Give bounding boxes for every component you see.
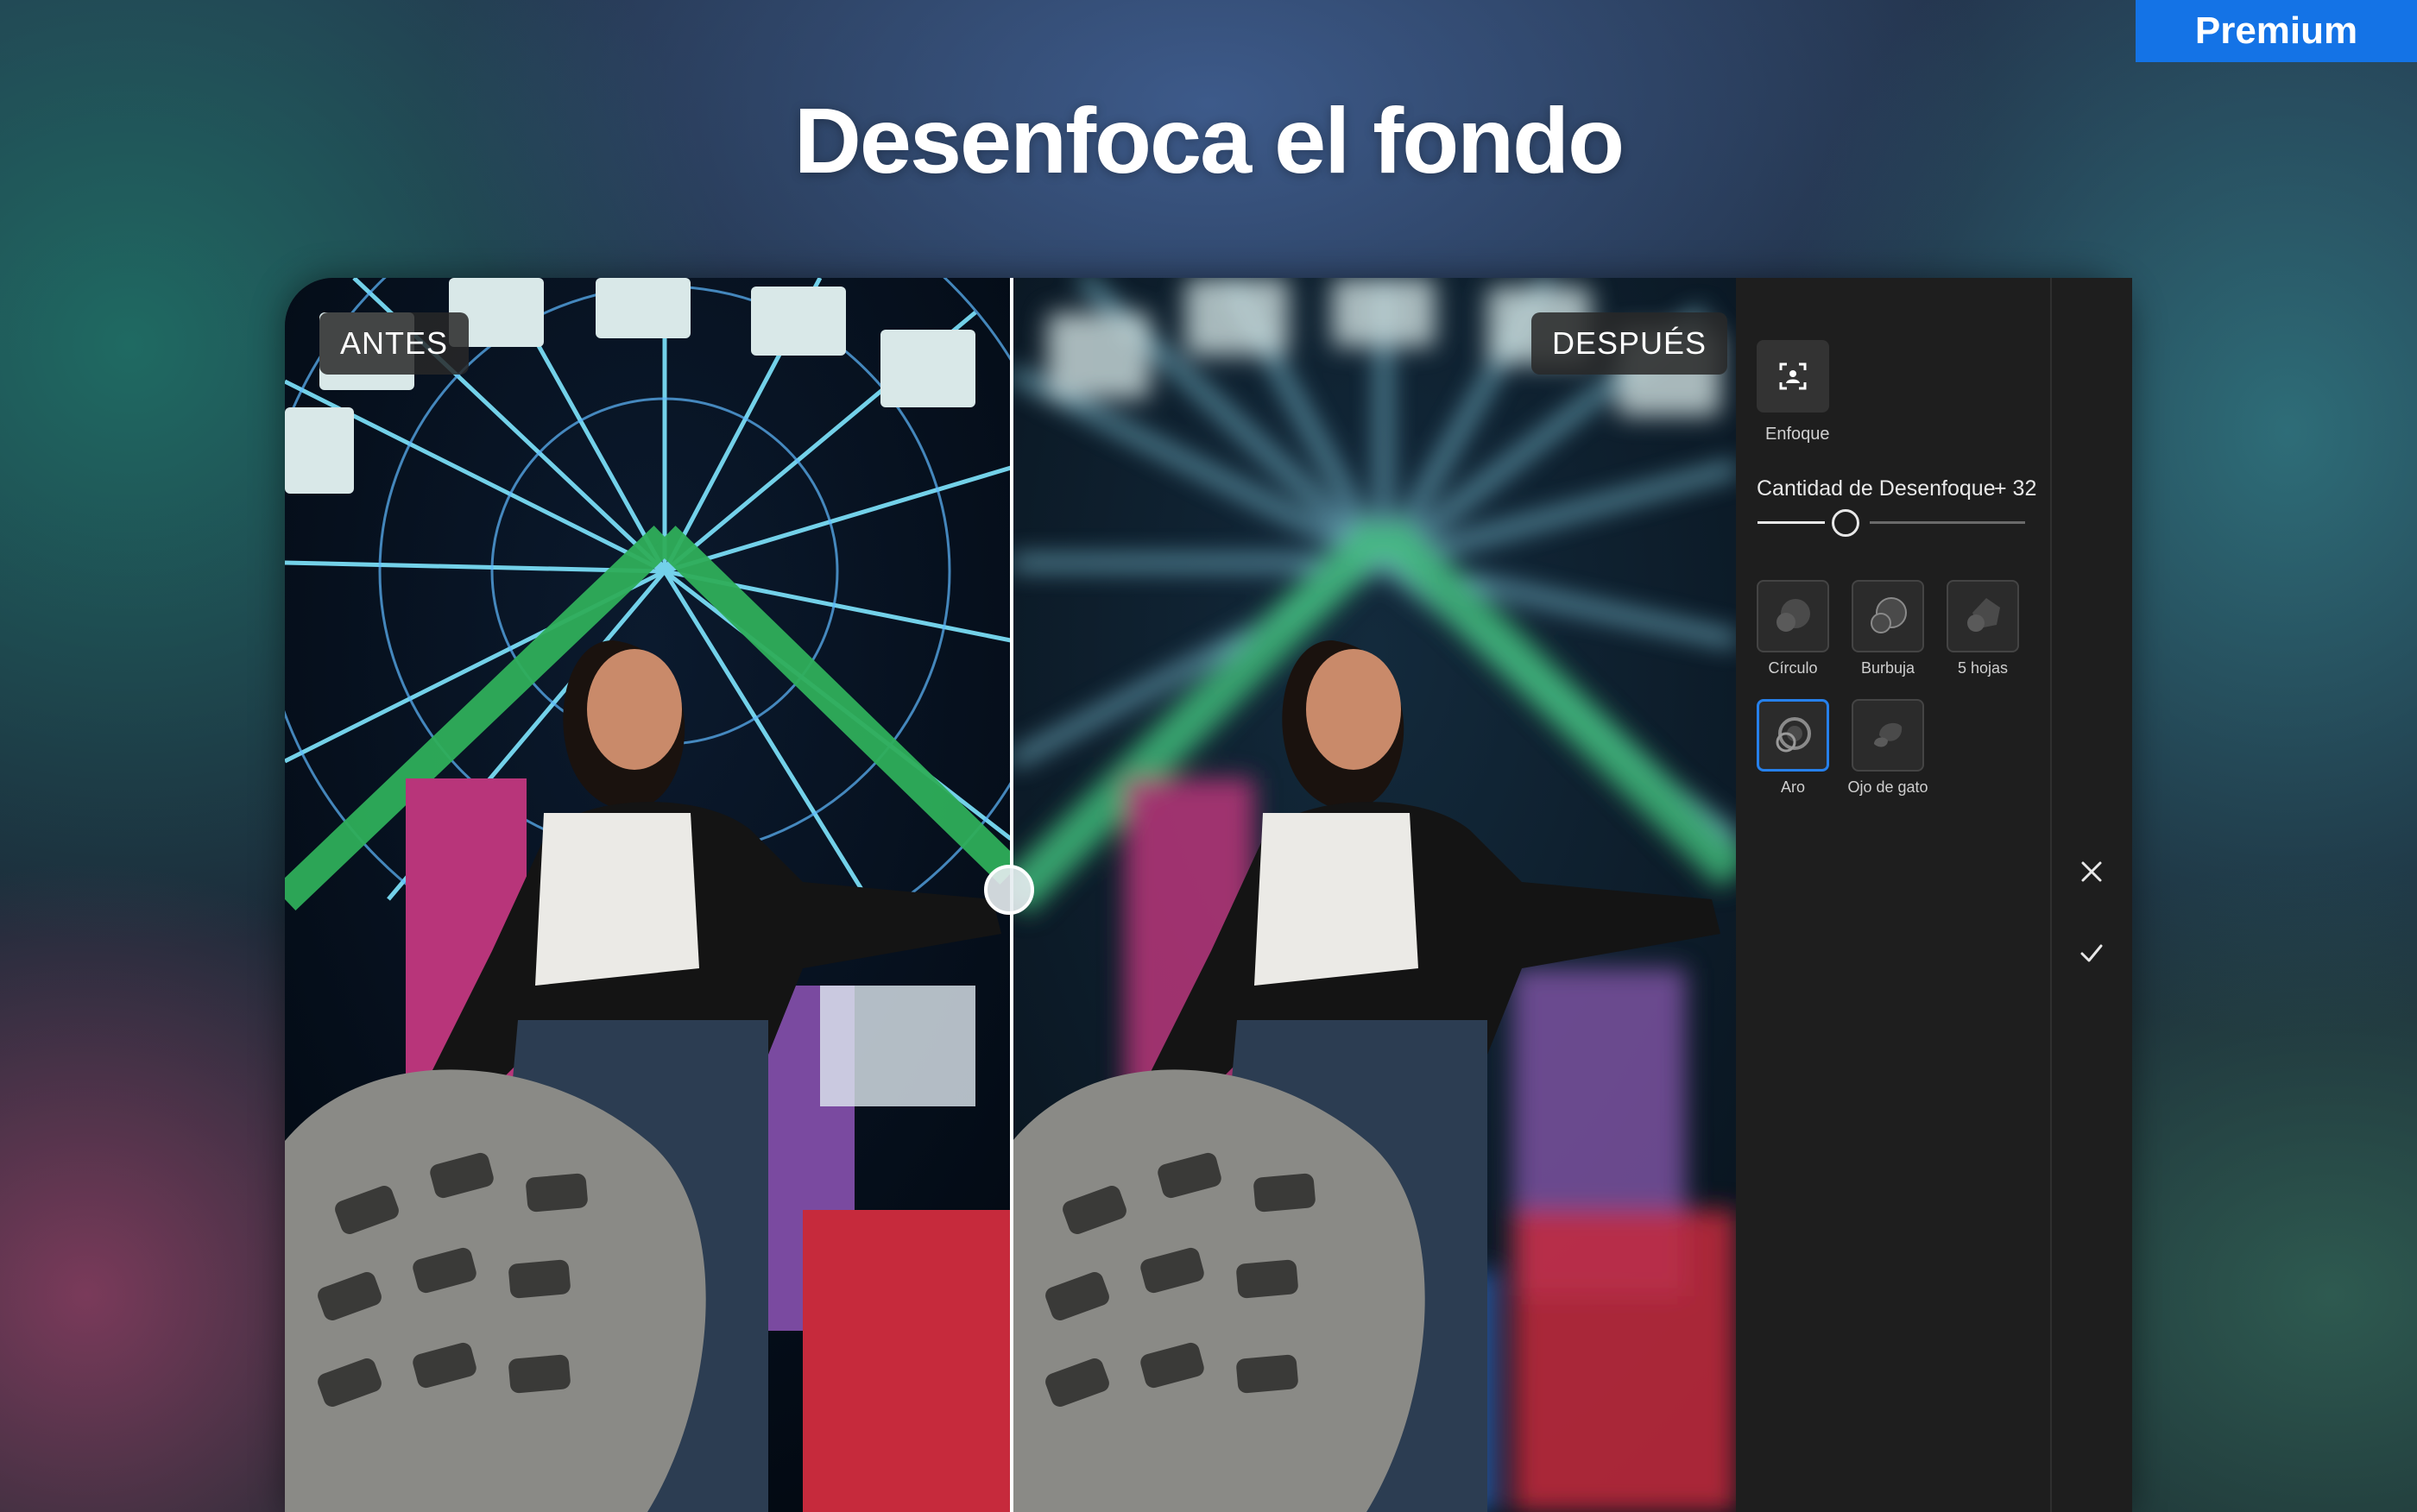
shape-bubble-label: Burbuja (1860, 659, 1915, 677)
bubble-bokeh-icon (1871, 597, 1907, 633)
close-icon (2081, 861, 2102, 882)
blur-amount-value: + 32 (1994, 476, 2037, 501)
premium-button[interactable]: Premium (2136, 0, 2417, 62)
shape-five-blade-label: 5 hojas (1957, 659, 2009, 677)
focus-subject-icon (1779, 362, 1807, 390)
panel-divider (2050, 278, 2052, 1512)
shape-ring-button[interactable] (1757, 699, 1829, 772)
shape-circle-button[interactable] (1757, 580, 1829, 652)
shape-bubble-button[interactable] (1852, 580, 1924, 652)
cats-eye-bokeh-icon (1874, 722, 1903, 747)
shape-cats-eye-button[interactable] (1852, 699, 1924, 772)
shape-ring-label: Aro (1780, 778, 1805, 796)
page-title: Desenfoca el fondo (793, 88, 1625, 192)
blur-settings-panel (1736, 278, 2132, 1512)
shape-five-blade-button[interactable] (1947, 580, 2019, 652)
five-blade-bokeh-icon (1967, 598, 2000, 632)
circle-bokeh-icon (1776, 599, 1810, 632)
shape-circle-label: Círculo (1768, 659, 1818, 677)
ring-bokeh-icon (1776, 717, 1811, 753)
focus-button[interactable] (1757, 340, 1829, 413)
blur-slider-track[interactable] (1870, 521, 2025, 524)
blur-slider-thumb[interactable] (1832, 509, 1859, 537)
cancel-button[interactable] (2074, 854, 2109, 889)
blur-amount-label: Cantidad de Desenfoque (1757, 476, 1996, 501)
focus-label: Enfoque (1765, 425, 1830, 444)
apply-button[interactable] (2074, 936, 2109, 970)
blur-slider-fill[interactable] (1758, 521, 1825, 524)
shape-cats-eye-label: Ojo de gato (1847, 778, 1928, 796)
checkmark-icon (2080, 944, 2103, 962)
